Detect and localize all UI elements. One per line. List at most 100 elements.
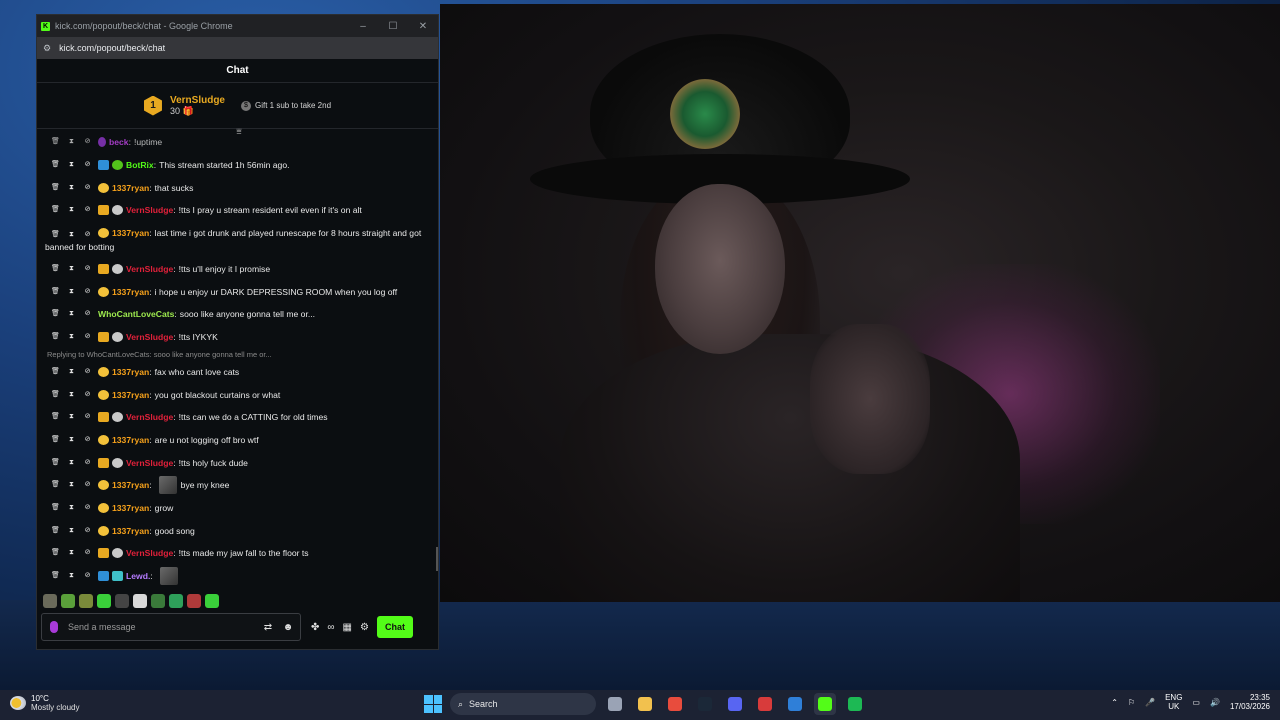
volume-icon[interactable]: 🔊 <box>1210 698 1220 707</box>
trash-icon[interactable]: 🗑 <box>51 434 60 446</box>
chat-message[interactable]: 🗑 ⧗ ⊘ VernSludge: !tts IYKYK <box>45 326 430 349</box>
chat-username[interactable]: 1337ryan <box>112 182 149 194</box>
chat-username[interactable]: BotRix <box>126 159 154 171</box>
emoji-picker-icon[interactable]: ☻ <box>280 622 296 633</box>
trash-icon[interactable]: 🗑 <box>51 479 60 491</box>
chat-message[interactable]: 🗑 ⧗ ⊘ VernSludge: !tts made my jaw fall to t… <box>45 542 430 565</box>
ban-icon[interactable]: ⊘ <box>83 263 92 275</box>
chat-username[interactable]: VernSludge <box>126 411 173 423</box>
quick-emote[interactable] <box>115 594 129 608</box>
chat-message[interactable]: 🗑 ⧗ ⊘ 1337ryan: grow <box>45 497 430 520</box>
chat-message[interactable]: 🗑 ⧗ ⊘ 1337ryan: fax who cant love cats <box>45 361 430 384</box>
timeout-icon[interactable]: ⧗ <box>67 570 76 582</box>
trash-icon[interactable]: 🗑 <box>51 525 60 537</box>
infinity-icon[interactable]: ∞ <box>327 622 334 633</box>
timeout-icon[interactable]: ⧗ <box>67 136 76 148</box>
trash-icon[interactable]: 🗑 <box>51 182 60 194</box>
chat-username[interactable]: 1337ryan <box>112 525 149 537</box>
address-bar[interactable]: ⚙ kick.com/popout/beck/chat <box>37 37 438 59</box>
chat-message-list[interactable]: 🗑 ⧗ ⊘ beck: !uptime 🗑 ⧗ ⊘ BotRix: This stream sta… <box>37 129 438 587</box>
window-titlebar[interactable]: K kick.com/popout/beck/chat - Google Chr… <box>37 15 438 37</box>
trash-icon[interactable]: 🗑 <box>51 204 60 216</box>
task-view-taskbar-icon[interactable] <box>604 693 626 715</box>
ban-icon[interactable]: ⊘ <box>83 331 92 343</box>
chat-message[interactable]: 🗑 ⧗ ⊘ BotRix: This stream started 1h 56min a… <box>45 154 430 177</box>
display-icon[interactable]: ▭ <box>1192 698 1200 707</box>
trash-icon[interactable]: 🗑 <box>51 502 60 514</box>
timeout-icon[interactable]: ⧗ <box>67 308 76 320</box>
trash-icon[interactable]: 🗑 <box>51 389 60 401</box>
network-icon[interactable]: ⚐ <box>1128 698 1135 707</box>
timeout-icon[interactable]: ⧗ <box>67 331 76 343</box>
store-icon[interactable]: ▦ <box>343 622 352 633</box>
ban-icon[interactable]: ⊘ <box>83 502 92 514</box>
app-blue-taskbar-icon[interactable] <box>784 693 806 715</box>
site-settings-icon[interactable]: ⚙ <box>43 43 51 54</box>
weather-widget[interactable]: 10°C Mostly cloudy <box>10 694 79 712</box>
file-explorer-taskbar-icon[interactable] <box>634 693 656 715</box>
chat-username[interactable]: 1337ryan <box>112 434 149 446</box>
trash-icon[interactable]: 🗑 <box>51 570 60 582</box>
chrome-taskbar-icon[interactable] <box>664 693 686 715</box>
chat-message[interactable]: 🗑 ⧗ ⊘ beck: !uptime <box>45 131 430 154</box>
quick-emote[interactable] <box>97 594 111 608</box>
chat-message[interactable]: 🗑 ⧗ ⊘ 1337ryan: i hope u enjoy ur DARK DEPRE… <box>45 280 430 303</box>
stream-video[interactable] <box>440 4 1280 602</box>
gift-sub-cta[interactable]: $ Gift 1 sub to take 2nd <box>240 100 331 111</box>
timeout-icon[interactable]: ⧗ <box>67 411 76 423</box>
chat-message[interactable]: 🗑 ⧗ ⊘ 1337ryan: last time i got drunk and pl… <box>45 222 430 258</box>
trash-icon[interactable]: 🗑 <box>51 331 60 343</box>
close-button[interactable]: ✕ <box>408 21 438 32</box>
trash-icon[interactable]: 🗑 <box>51 547 60 559</box>
chat-message[interactable]: 🗑 ⧗ ⊘ Lewd.: <box>45 565 430 588</box>
ban-icon[interactable]: ⊘ <box>83 182 92 194</box>
chat-username[interactable]: 1337ryan <box>112 228 149 238</box>
trash-icon[interactable]: 🗑 <box>51 136 60 148</box>
chat-message[interactable]: 🗑 ⧗ ⊘ 1337ryan: you got blackout curtains or… <box>45 383 430 406</box>
timeout-icon[interactable]: ⧗ <box>67 366 76 378</box>
chat-input-container[interactable]: ⇄ ☻ <box>41 613 301 641</box>
ban-icon[interactable]: ⊘ <box>83 366 92 378</box>
trash-icon[interactable]: 🗑 <box>51 411 60 423</box>
kick-taskbar-icon[interactable] <box>814 693 836 715</box>
quick-emote[interactable] <box>151 594 165 608</box>
timeout-icon[interactable]: ⧗ <box>67 286 76 298</box>
timeout-icon[interactable]: ⧗ <box>67 204 76 216</box>
app-red-taskbar-icon[interactable] <box>754 693 776 715</box>
timeout-icon[interactable]: ⧗ <box>67 434 76 446</box>
discord-taskbar-icon[interactable] <box>724 693 746 715</box>
taskbar-search[interactable]: ⌕ Search <box>450 693 596 715</box>
chat-username[interactable]: 1337ryan <box>112 389 149 401</box>
chat-username[interactable]: VernSludge <box>126 204 173 216</box>
chat-message[interactable]: 🗑 ⧗ ⊘ VernSludge: !tts can we do a CATTING f… <box>45 406 430 429</box>
maximize-button[interactable]: ☐ <box>378 21 408 32</box>
ban-icon[interactable]: ⊘ <box>83 434 92 446</box>
ban-icon[interactable]: ⊘ <box>83 159 92 171</box>
reply-context[interactable]: Replying to WhoCantLoveCats: sooo like a… <box>47 349 430 361</box>
timeout-icon[interactable]: ⧗ <box>67 457 76 469</box>
quick-emote[interactable] <box>79 594 93 608</box>
windows-start-icon[interactable] <box>424 695 442 713</box>
chat-message[interactable]: 🗑 ⧗ ⊘ 1337ryan: that sucks <box>45 176 430 199</box>
chat-username[interactable]: WhoCantLoveCats <box>98 308 174 320</box>
trash-icon[interactable]: 🗑 <box>51 229 60 241</box>
minimize-button[interactable]: – <box>348 21 378 32</box>
ban-icon[interactable]: ⊘ <box>83 229 92 241</box>
chat-username[interactable]: VernSludge <box>126 547 173 559</box>
send-chat-button[interactable]: Chat <box>376 616 413 638</box>
language-indicator[interactable]: ENG UK <box>1165 693 1182 711</box>
chat-username[interactable]: VernSludge <box>126 457 173 469</box>
chat-emote[interactable] <box>159 567 178 586</box>
trash-icon[interactable]: 🗑 <box>51 457 60 469</box>
top-gifter-banner[interactable]: 1 VernSludge 30 🎁 $ Gift 1 sub to take 2… <box>37 83 438 136</box>
trash-icon[interactable]: 🗑 <box>51 263 60 275</box>
chat-username[interactable]: 1337ryan <box>112 502 149 514</box>
spotify-taskbar-icon[interactable] <box>844 693 866 715</box>
ban-icon[interactable]: ⊘ <box>83 136 92 148</box>
chat-username[interactable]: 1337ryan <box>112 286 149 298</box>
ban-icon[interactable]: ⊘ <box>83 525 92 537</box>
translate-icon[interactable]: ⇄ <box>260 622 276 633</box>
chat-message[interactable]: 🗑 ⧗ ⊘ VernSludge: !tts I pray u stream resid… <box>45 199 430 222</box>
trash-icon[interactable]: 🗑 <box>51 366 60 378</box>
chat-username[interactable]: VernSludge <box>126 331 173 343</box>
